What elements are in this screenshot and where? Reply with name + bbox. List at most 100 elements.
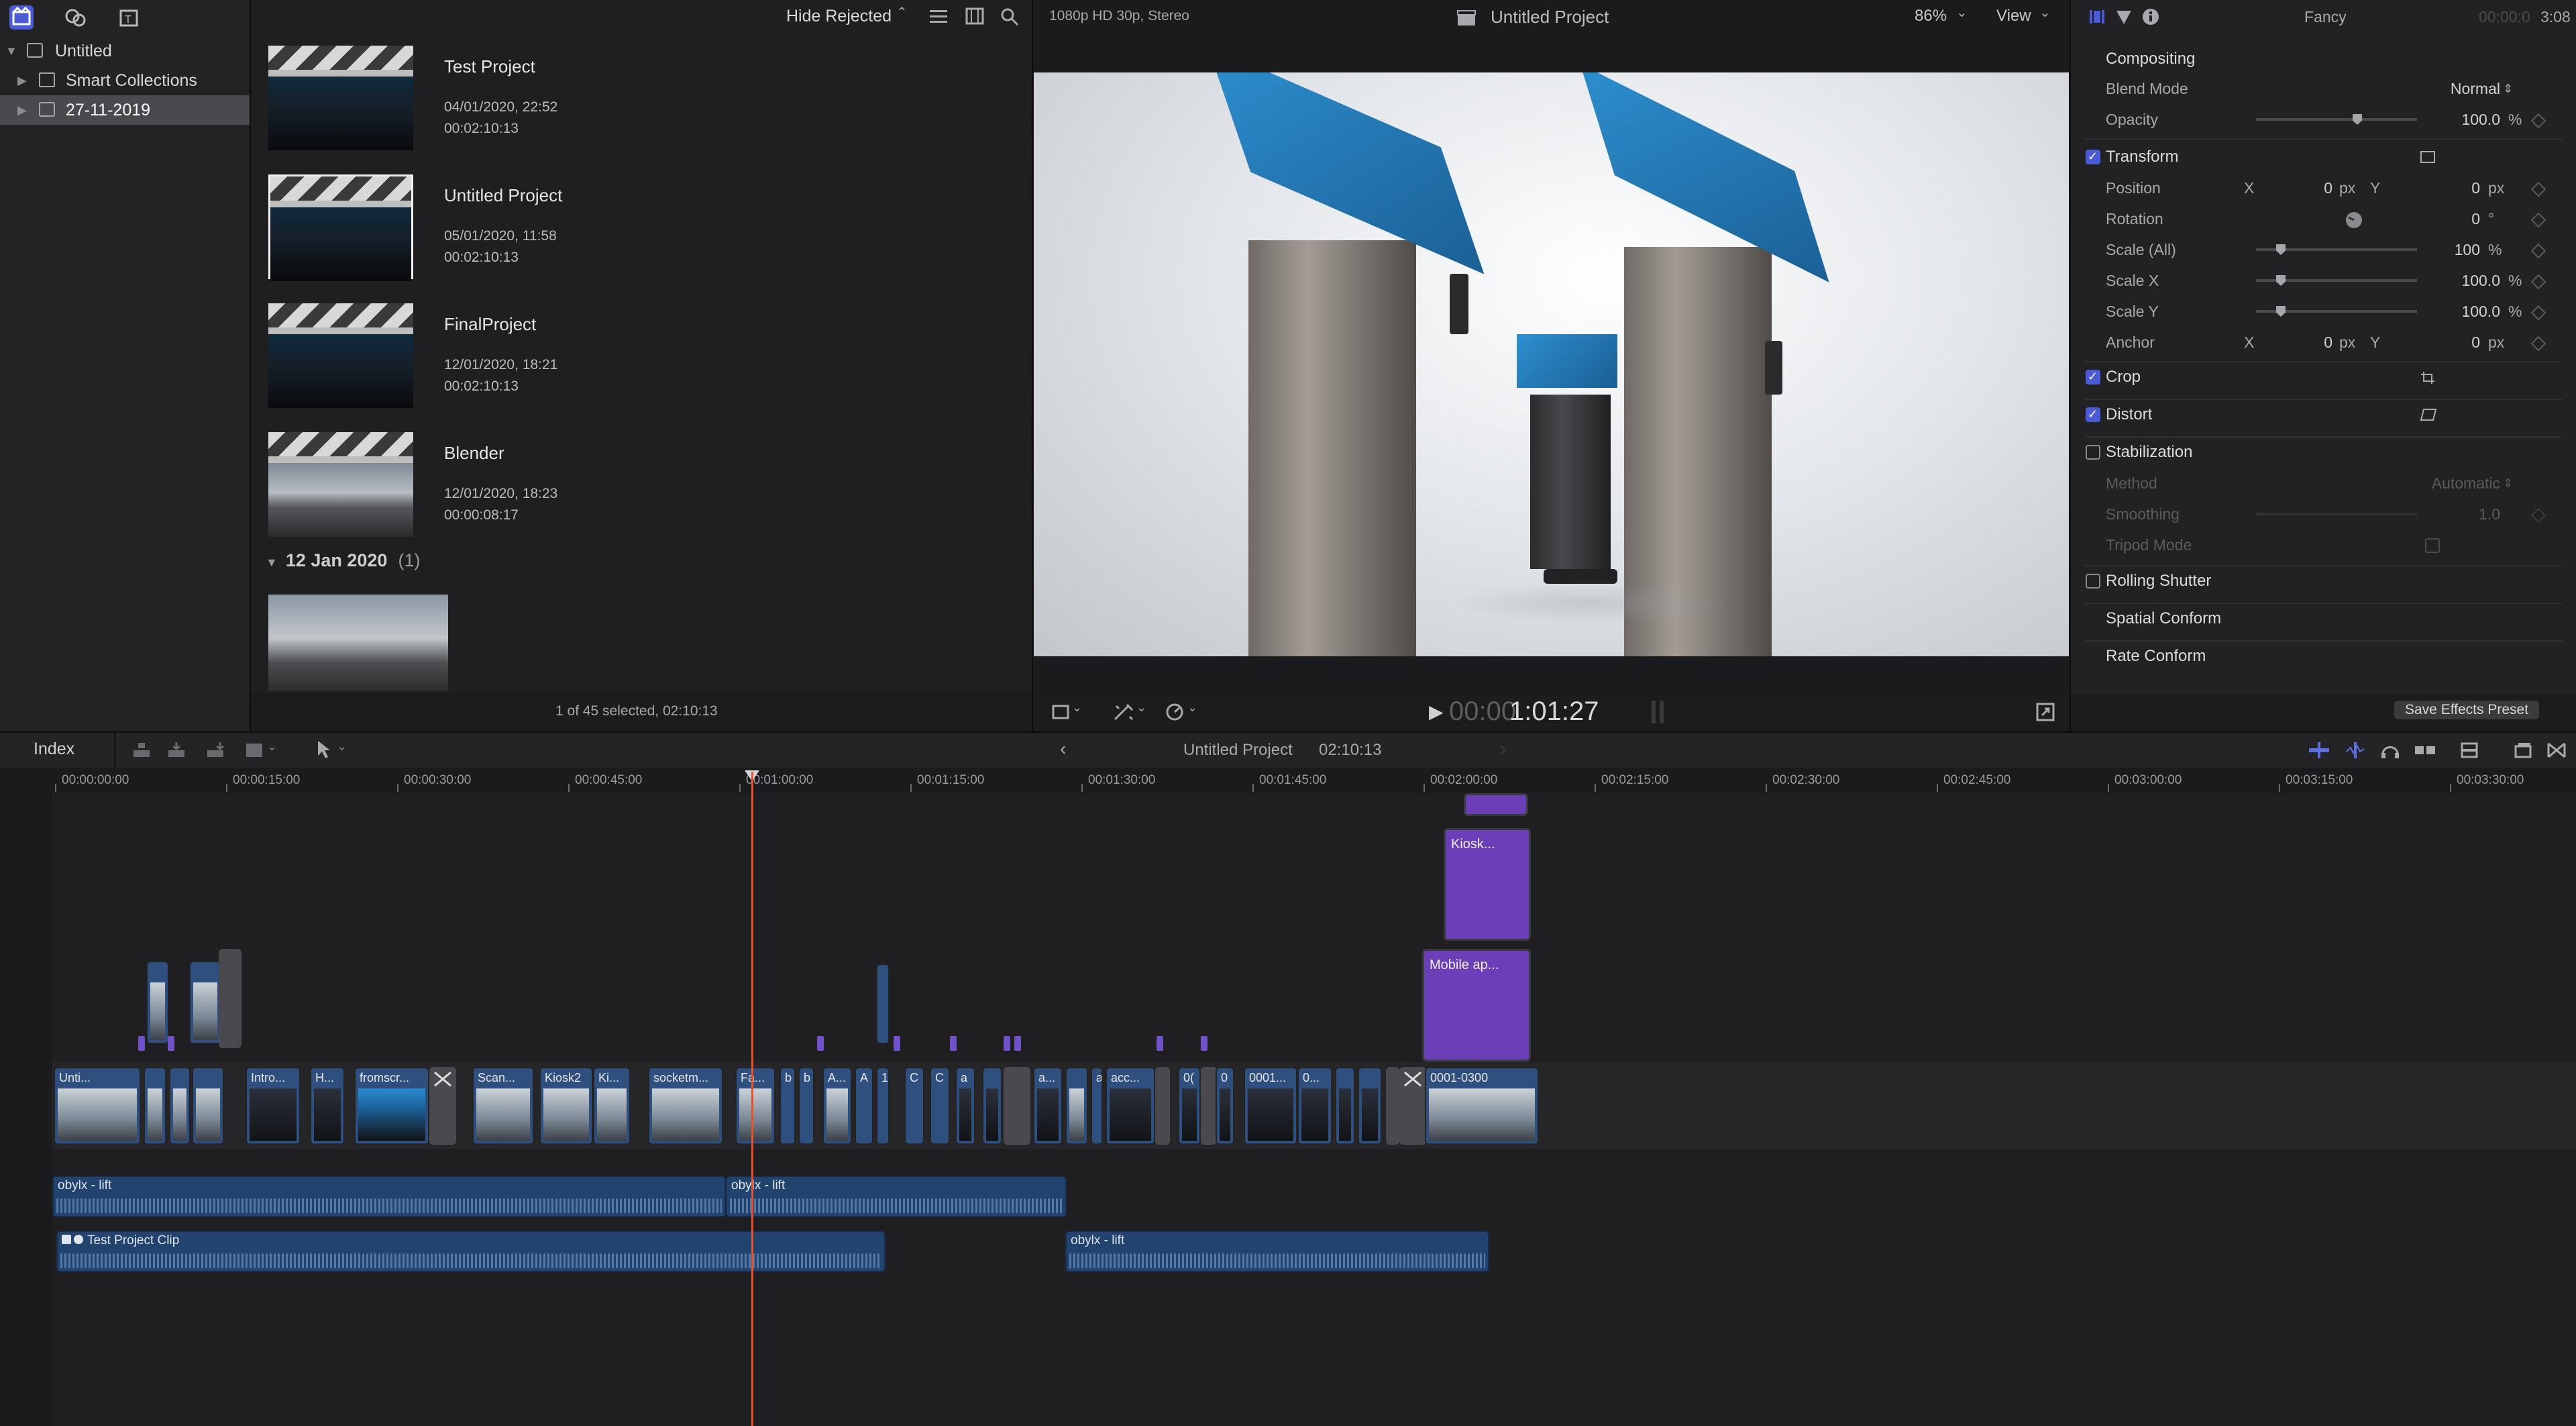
primary-video-clip[interactable]: 0... bbox=[1297, 1067, 1332, 1145]
primary-video-clip[interactable]: Intro... bbox=[246, 1067, 301, 1145]
primary-video-clip[interactable]: Fa... bbox=[735, 1067, 775, 1145]
keyframe-diamond-icon[interactable] bbox=[2530, 243, 2546, 259]
anchor-x-value[interactable]: 0 bbox=[2272, 327, 2332, 357]
slider-knob[interactable] bbox=[2276, 275, 2286, 286]
transform-onscreen-icon[interactable] bbox=[2420, 150, 2436, 164]
video-preview[interactable] bbox=[1034, 72, 2069, 656]
audio-clip[interactable]: obylx - lift bbox=[726, 1176, 1067, 1217]
section-compositing[interactable]: Compositing bbox=[2071, 44, 2576, 74]
primary-video-clip[interactable] bbox=[169, 1067, 191, 1145]
section-transform[interactable]: Transform bbox=[2071, 142, 2576, 172]
chevron-down-icon[interactable]: ⌄ bbox=[1187, 701, 1197, 715]
primary-video-clip[interactable]: Scan... bbox=[472, 1067, 534, 1145]
primary-video-clip[interactable]: C bbox=[904, 1067, 924, 1145]
transitions-browser-icon[interactable] bbox=[2546, 741, 2567, 760]
transform-checkbox[interactable] bbox=[2086, 142, 2100, 171]
filmstrip-icon[interactable] bbox=[965, 7, 985, 26]
enhance-icon[interactable] bbox=[1112, 702, 1135, 722]
append-clip-icon[interactable] bbox=[205, 741, 225, 760]
libraries-icon[interactable] bbox=[9, 5, 34, 30]
blend-mode-popup[interactable]: Normal bbox=[2386, 74, 2500, 103]
keyframe-diamond-icon[interactable] bbox=[2530, 113, 2546, 129]
titles-generators-icon[interactable]: T bbox=[117, 5, 141, 30]
library-item-smart-collections[interactable]: ▶ Smart Collections bbox=[0, 66, 250, 95]
primary-video-clip[interactable]: fromscr... bbox=[354, 1067, 429, 1145]
slider-knob[interactable] bbox=[2276, 244, 2286, 255]
chevron-updown-icon[interactable]: ⇕ bbox=[2503, 468, 2513, 498]
library-item-event[interactable]: ▶ 27-11-2019 bbox=[0, 95, 250, 125]
hide-rejected-dropdown[interactable]: Hide Rejected bbox=[786, 7, 892, 26]
primary-video-clip[interactable]: 0001... bbox=[1244, 1067, 1297, 1145]
chevron-down-icon[interactable]: ⌄ bbox=[1956, 4, 1968, 21]
playhead[interactable] bbox=[751, 772, 753, 1426]
library-item-untitled[interactable]: ▼ Untitled bbox=[0, 36, 250, 66]
method-popup[interactable]: Automatic bbox=[2386, 468, 2500, 498]
connected-video-clip[interactable] bbox=[189, 961, 221, 1044]
back-arrow-icon[interactable]: ‹ bbox=[1060, 738, 1066, 760]
fullscreen-icon[interactable] bbox=[2035, 702, 2055, 722]
chevron-down-icon[interactable]: ⌄ bbox=[1072, 701, 1082, 715]
section-distort[interactable]: Distort bbox=[2071, 399, 2576, 429]
overwrite-clip-icon[interactable] bbox=[244, 741, 264, 760]
slider-knob[interactable] bbox=[2353, 114, 2362, 125]
disclosure-open-icon[interactable]: ▼ bbox=[5, 36, 17, 66]
tripod-checkbox[interactable] bbox=[2425, 538, 2440, 553]
forward-arrow-icon[interactable]: › bbox=[1500, 738, 1506, 760]
connected-title-clip[interactable] bbox=[1464, 793, 1528, 816]
audio-clip[interactable]: obylx - lift bbox=[1065, 1231, 1489, 1272]
rotation-value[interactable]: 0 bbox=[2420, 204, 2480, 234]
primary-video-clip[interactable]: Ki... bbox=[593, 1067, 631, 1145]
event-group-header[interactable]: ▼ 12 Jan 2020 (1) bbox=[266, 550, 420, 571]
section-stabilization[interactable]: Stabilization bbox=[2071, 438, 2576, 467]
select-tool-icon[interactable] bbox=[315, 740, 333, 760]
gap-clip[interactable] bbox=[1201, 1067, 1217, 1145]
disclosure-open-icon[interactable]: ▼ bbox=[266, 556, 278, 569]
disclosure-closed-icon[interactable]: ▶ bbox=[17, 66, 27, 95]
opacity-value[interactable]: 100.0 bbox=[2406, 105, 2500, 134]
primary-video-clip[interactable] bbox=[192, 1067, 224, 1145]
audio-skimming-icon[interactable] bbox=[2345, 741, 2365, 760]
crop-onscreen-icon[interactable] bbox=[2420, 370, 2436, 384]
gap-clip[interactable] bbox=[1004, 1067, 1030, 1145]
slider-knob[interactable] bbox=[2276, 306, 2286, 317]
primary-video-clip[interactable]: A bbox=[855, 1067, 873, 1145]
primary-video-clip[interactable]: Unti... bbox=[54, 1067, 141, 1145]
section-crop[interactable]: Crop bbox=[2071, 362, 2576, 392]
primary-video-clip[interactable]: 1 bbox=[876, 1067, 890, 1145]
primary-video-clip[interactable]: Kiosk2 bbox=[539, 1067, 593, 1145]
connected-gap-clip[interactable] bbox=[219, 949, 241, 1048]
primary-video-clip[interactable]: a... bbox=[1033, 1067, 1063, 1145]
primary-video-clip[interactable]: b bbox=[798, 1067, 814, 1145]
chevron-down-icon[interactable]: ⌄ bbox=[337, 740, 347, 754]
distort-checkbox[interactable] bbox=[2086, 399, 2100, 429]
chevron-updown-icon[interactable]: ⌃ bbox=[896, 4, 908, 21]
primary-video-clip[interactable]: A... bbox=[822, 1067, 852, 1145]
primary-video-clip[interactable]: a bbox=[955, 1067, 975, 1145]
zoom-dropdown[interactable]: 86% bbox=[1915, 7, 1947, 26]
primary-video-clip[interactable]: 0 bbox=[1216, 1067, 1234, 1145]
chevron-down-icon[interactable]: ⌄ bbox=[1136, 701, 1146, 715]
primary-video-clip[interactable]: 0001-0300 bbox=[1425, 1067, 1539, 1145]
keyframe-diamond-icon[interactable] bbox=[2530, 305, 2546, 321]
section-rolling-shutter[interactable]: Rolling Shutter bbox=[2071, 566, 2576, 596]
chevron-down-icon[interactable]: ⌄ bbox=[267, 740, 277, 754]
keyframe-diamond-icon[interactable] bbox=[2530, 507, 2546, 523]
position-y-value[interactable]: 0 bbox=[2420, 173, 2480, 203]
snapping-icon[interactable] bbox=[2414, 741, 2436, 760]
keyframe-diamond-icon[interactable] bbox=[2530, 212, 2546, 228]
timeline-ruler[interactable]: 00:00:00:00 00:00:15:00 00:00:30:00 00:0… bbox=[0, 768, 2576, 793]
primary-video-clip[interactable]: a bbox=[1091, 1067, 1103, 1145]
clip-appearance-icon[interactable] bbox=[2459, 741, 2479, 760]
project-thumbnail[interactable] bbox=[268, 46, 413, 150]
audio-clip[interactable]: obylx - lift bbox=[52, 1176, 726, 1217]
audio-clip[interactable]: Test Project Clip bbox=[56, 1231, 885, 1272]
primary-video-clip[interactable] bbox=[1065, 1067, 1088, 1145]
scale-all-value[interactable]: 100 bbox=[2420, 235, 2480, 264]
connected-title-clip[interactable]: Kiosk... bbox=[1444, 828, 1531, 941]
section-spatial-conform[interactable]: Spatial Conform bbox=[2071, 604, 2576, 633]
connect-clip-icon[interactable] bbox=[131, 741, 152, 760]
info-icon[interactable] bbox=[2141, 7, 2161, 27]
color-inspector-icon[interactable] bbox=[2114, 7, 2134, 27]
primary-video-clip[interactable]: H... bbox=[310, 1067, 345, 1145]
gap-clip[interactable] bbox=[1155, 1067, 1170, 1145]
